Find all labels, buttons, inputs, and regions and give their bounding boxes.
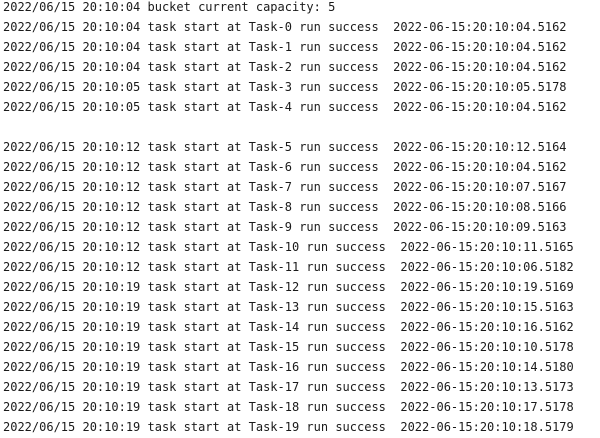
log-line: 2022/06/15 20:10:04 bucket current capac…: [3, 0, 336, 14]
log-line: 2022/06/15 20:10:19 task start at Task-1…: [3, 380, 574, 394]
log-line: 2022/06/15 20:10:12 task start at Task-9…: [3, 220, 567, 234]
log-line: 2022/06/15 20:10:12 task start at Task-7…: [3, 180, 567, 194]
console-output: 2022/06/15 20:10:04 bucket current capac…: [0, 0, 600, 438]
log-line: 2022/06/15 20:10:05 task start at Task-3…: [3, 80, 567, 94]
log-line: 2022/06/15 20:10:19 task start at Task-1…: [3, 320, 574, 334]
log-line: 2022/06/15 20:10:19 task start at Task-1…: [3, 400, 574, 414]
log-line: 2022/06/15 20:10:12 task start at Task-6…: [3, 160, 567, 174]
log-line: 2022/06/15 20:10:19 task start at Task-1…: [3, 300, 574, 314]
log-line: 2022/06/15 20:10:19 task start at Task-1…: [3, 280, 574, 294]
log-line: 2022/06/15 20:10:04 task start at Task-0…: [3, 20, 567, 34]
log-line: 2022/06/15 20:10:12 task start at Task-1…: [3, 260, 574, 274]
log-line: 2022/06/15 20:10:12 task start at Task-1…: [3, 240, 574, 254]
log-line: 2022/06/15 20:10:19 task start at Task-1…: [3, 360, 574, 374]
log-line: 2022/06/15 20:10:19 task start at Task-1…: [3, 420, 574, 434]
log-line: 2022/06/15 20:10:04 task start at Task-2…: [3, 60, 567, 74]
log-line: 2022/06/15 20:10:04 task start at Task-1…: [3, 40, 567, 54]
log-line: 2022/06/15 20:10:19 task start at Task-1…: [3, 340, 574, 354]
log-line: 2022/06/15 20:10:12 task start at Task-8…: [3, 200, 567, 214]
log-line: 2022/06/15 20:10:05 task start at Task-4…: [3, 100, 567, 114]
log-line: 2022/06/15 20:10:12 task start at Task-5…: [3, 140, 567, 154]
